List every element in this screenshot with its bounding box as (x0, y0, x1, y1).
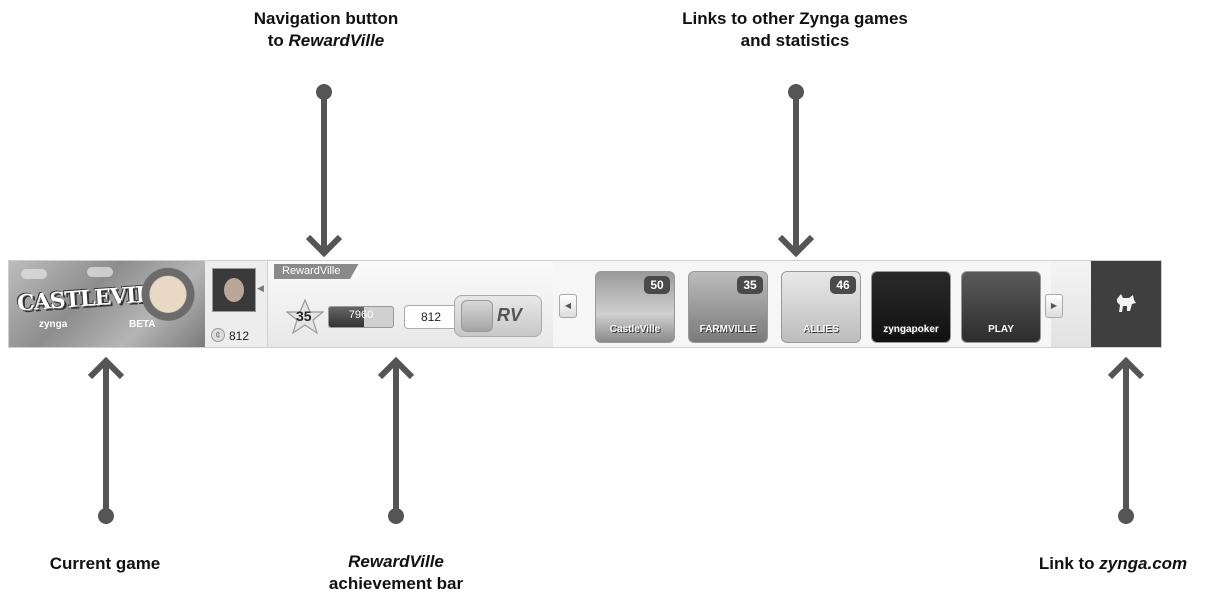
player-profile: ◀ ¢ 812 (205, 261, 268, 347)
rewardville-logo-text: RV (497, 305, 523, 325)
callout-other-games-line1: Links to other Zynga games (682, 9, 908, 28)
callout-zynga-link: Link to zynga.com (1008, 553, 1218, 575)
cloud-decoration (87, 267, 113, 277)
callout-nav-button-prefix: to (267, 31, 289, 50)
game-tile-label: ALLIES (803, 324, 839, 335)
pointer-line-nav (321, 92, 327, 250)
avatar-face (224, 278, 244, 302)
arrowhead-down-icon (777, 234, 815, 258)
avatar[interactable] (212, 268, 256, 312)
words-with-friends-game-icon[interactable]: PLAY (961, 271, 1041, 343)
pointer-dot-current-game (98, 508, 114, 524)
callout-achievement-bar-line2: achievement bar (328, 574, 464, 593)
farmville-game-icon[interactable]: FARMVILLE 35 (688, 271, 768, 343)
rewardville-nav-button[interactable]: RewardVille (274, 264, 359, 279)
callout-achievement-bar: RewardVille achievement bar (296, 551, 496, 595)
rewardville-achievement-bar: RewardVille 35 7960 812 RV (268, 261, 553, 347)
callout-current-game-text: Current game (49, 554, 161, 573)
callout-current-game: Current game (20, 553, 190, 575)
pointer-line-games (793, 92, 799, 250)
game-level-badge: 46 (830, 276, 856, 294)
callout-nav-button-target: RewardVille (288, 31, 385, 50)
game-tile-label: zyngapoker (883, 324, 939, 335)
zynga-toolbar: CASTLEVILLE zynga BETA ◀ ¢ 812 RewardVil… (8, 260, 1162, 348)
zynga-poker-game-icon[interactable]: zyngapoker (871, 271, 951, 343)
game-level-badge: 50 (644, 276, 670, 294)
callout-achievement-bar-line1: RewardVille (348, 552, 444, 571)
rewardville-logo-button[interactable]: RV (454, 295, 542, 337)
callout-nav-button-line1: Navigation button (253, 9, 399, 28)
callout-other-games-line2: and statistics (740, 31, 850, 50)
pointer-dot-achievement (388, 508, 404, 524)
profile-coin-count: 812 (229, 329, 250, 343)
empires-allies-game-icon[interactable]: ALLIES 46 (781, 271, 861, 343)
trophy-icon (461, 300, 493, 332)
game-level-badge: 35 (737, 276, 763, 294)
carousel-prev-button[interactable]: ◀ (559, 294, 577, 318)
current-game-publisher: zynga (39, 319, 68, 330)
rewardville-coin-box: 812 (404, 305, 458, 329)
pointer-line-zynga (1123, 360, 1129, 510)
pointer-line-current-game (103, 360, 109, 510)
zynga-com-link[interactable] (1091, 261, 1161, 347)
coin-icon: ¢ (211, 328, 225, 342)
callout-zynga-url: zynga.com (1099, 554, 1188, 573)
game-tile-label: CastleVille (609, 324, 661, 335)
xp-value: 7960 (348, 309, 374, 321)
other-games-carousel: ◀ CastleVille 50 FARMVILLE 35 ALLIES 46 zyngap… (553, 261, 1063, 347)
cloud-decoration (21, 269, 47, 279)
princess-character-icon (139, 267, 197, 345)
callout-zynga-prefix: Link to (1038, 554, 1100, 573)
pointer-dot-zynga (1118, 508, 1134, 524)
player-level: 35 (296, 308, 312, 324)
collapse-caret-icon[interactable]: ◀ (257, 283, 264, 294)
arrowhead-down-icon (305, 234, 343, 258)
xp-progress-bar: 7960 (328, 306, 394, 328)
game-tile-label: FARMVILLE (699, 324, 757, 335)
castleville-game-icon[interactable]: CastleVille 50 (595, 271, 675, 343)
pointer-line-achievement (393, 360, 399, 510)
callout-other-games: Links to other Zynga games and statistic… (640, 8, 950, 52)
callout-nav-button: Navigation button to RewardVille (226, 8, 426, 52)
game-tile-label: PLAY (988, 324, 1014, 335)
zynga-dog-icon (1117, 294, 1136, 312)
carousel-next-button[interactable]: ▶ (1045, 294, 1063, 318)
current-game-banner[interactable]: CASTLEVILLE zynga BETA (9, 261, 205, 347)
